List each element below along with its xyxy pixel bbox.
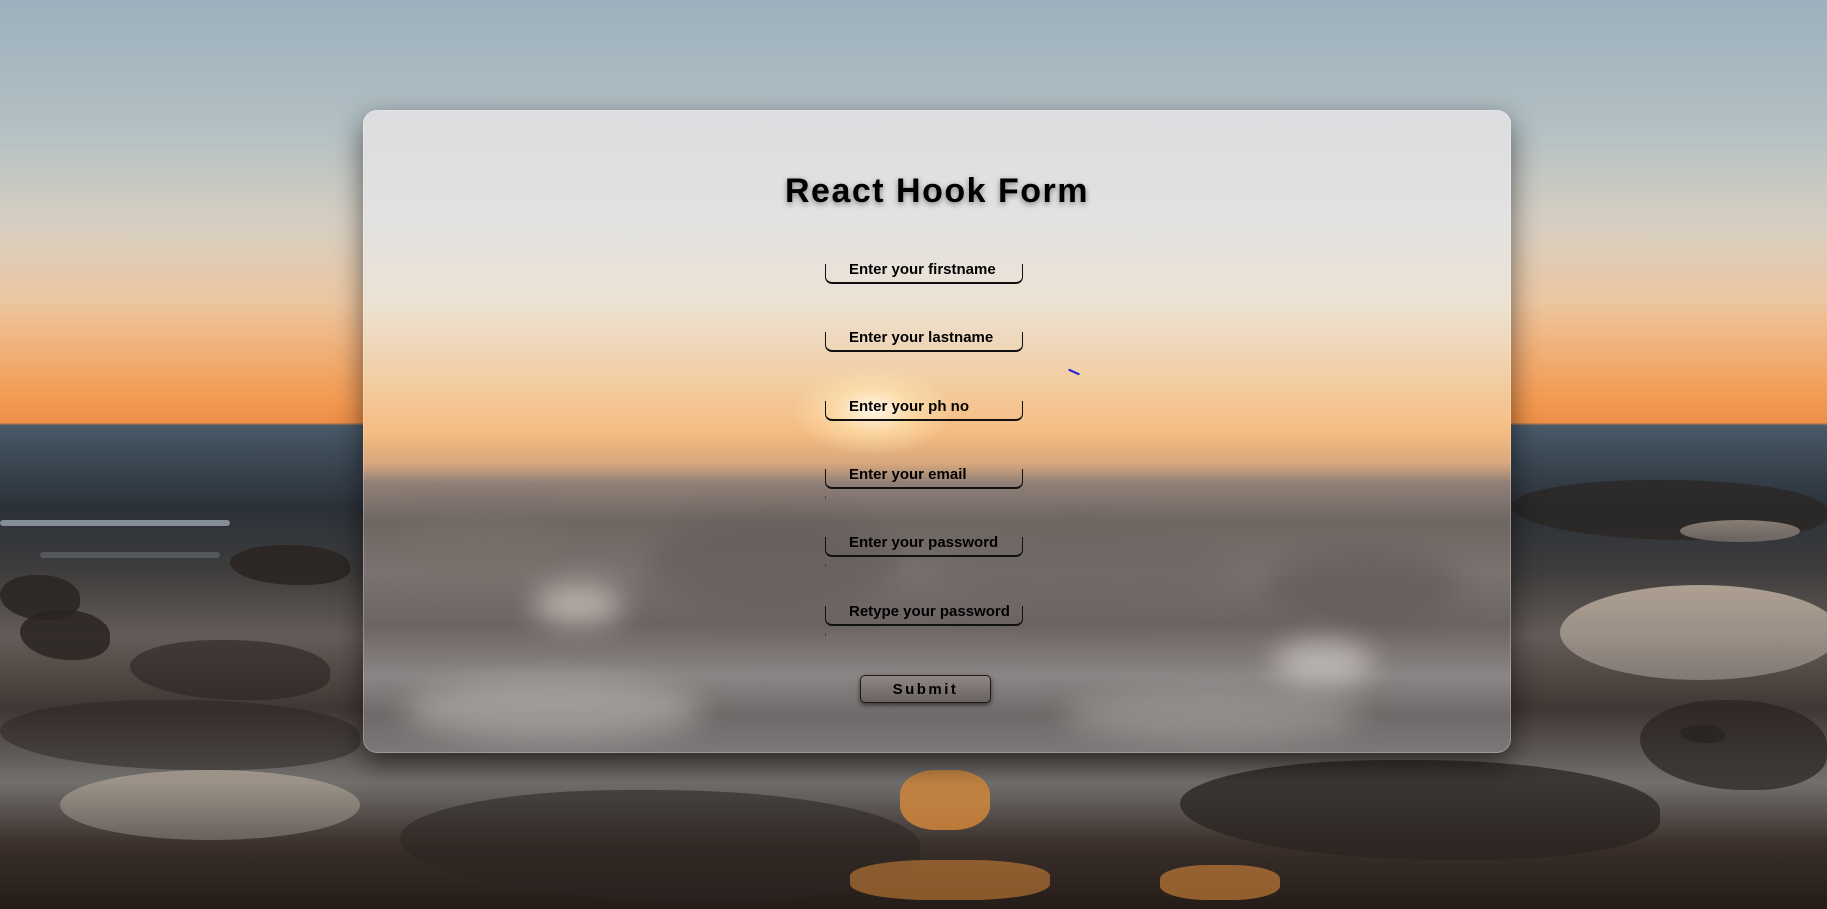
retype-password-label: Retype your password [849, 603, 1010, 620]
phone-field[interactable]: Enter your ph no [825, 398, 1023, 421]
firstname-field[interactable]: Enter your firstname [825, 261, 1023, 284]
rock [1180, 760, 1660, 860]
blur-blob [1273, 640, 1373, 685]
firstname-label: Enter your firstname [849, 261, 996, 278]
blur-blob [533, 585, 623, 625]
rock [20, 610, 110, 660]
lastname-field[interactable]: Enter your lastname [825, 329, 1023, 352]
sun-glint [850, 860, 1050, 900]
tide-pool [1560, 585, 1827, 680]
password-field[interactable]: Enter your password [825, 534, 1023, 557]
blur-blob [1063, 690, 1363, 740]
phone-label: Enter your ph no [849, 398, 969, 415]
rock [230, 545, 350, 585]
rock [0, 700, 360, 770]
tide-pool [60, 770, 360, 840]
password-label: Enter your password [849, 534, 999, 551]
form-card: React Hook Form Enter your firstname Ent… [363, 110, 1511, 753]
tide-pool [1680, 520, 1800, 542]
blur-blob [403, 510, 563, 580]
email-label: Enter your email [849, 466, 967, 483]
wave [0, 520, 230, 526]
lastname-label: Enter your lastname [849, 329, 994, 346]
field-tick [825, 496, 826, 499]
field-tick [825, 633, 826, 636]
page-title: React Hook Form [785, 172, 1089, 210]
wave [40, 552, 220, 558]
rock [1640, 700, 1827, 790]
rock [400, 790, 920, 900]
email-field[interactable]: Enter your email [825, 466, 1023, 489]
field-tick [825, 564, 826, 567]
retype-password-field[interactable]: Retype your password [825, 603, 1023, 626]
sun-glint [1160, 865, 1280, 900]
sun-glint [900, 770, 990, 830]
blur-blob [403, 680, 703, 740]
text-cursor-icon [1068, 368, 1080, 376]
submit-button[interactable]: Submit [860, 675, 991, 703]
blur-blob [1263, 550, 1463, 620]
rock [130, 640, 330, 700]
